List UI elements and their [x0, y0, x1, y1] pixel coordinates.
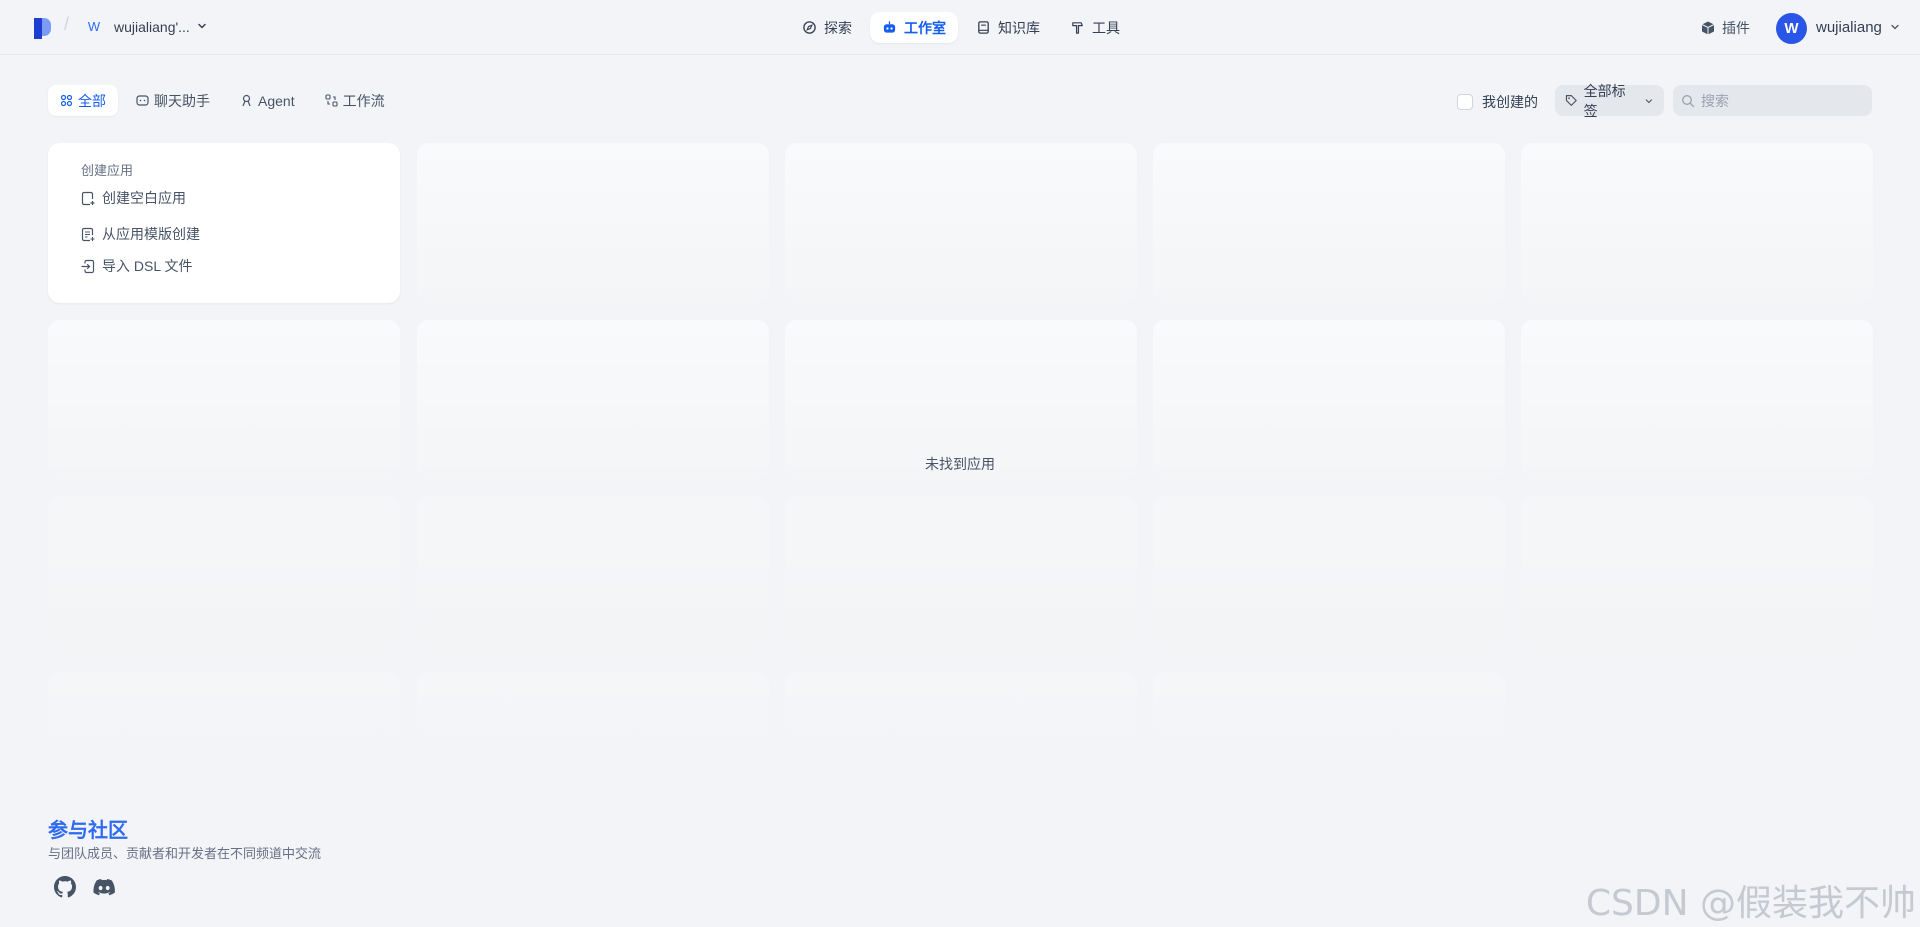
tab-workflow-label: 工作流 — [342, 92, 385, 109]
plugin-button[interactable]: 插件 — [1700, 18, 1750, 38]
main-nav: 探索 工作室 知识库 工具 — [790, 12, 1132, 43]
compass-icon — [803, 21, 816, 34]
placeholder-card — [1153, 496, 1505, 656]
tag-icon — [1565, 95, 1577, 106]
empty-state-text: 未找到应用 — [925, 456, 995, 472]
tab-agent-label: Agent — [258, 92, 295, 109]
search-box — [1673, 85, 1872, 116]
create-from-template-button[interactable]: 从应用模版创建 — [81, 223, 200, 245]
create-blank-app-button[interactable]: 创建空白应用 — [81, 187, 186, 209]
search-icon — [1682, 94, 1695, 107]
placeholder-card — [417, 143, 769, 303]
book-icon — [978, 21, 989, 34]
file-import-icon — [81, 259, 95, 273]
tab-all-label: 全部 — [78, 92, 106, 109]
placeholder-card — [48, 496, 400, 656]
chat-bubble-icon — [136, 95, 149, 106]
tag-filter-dropdown[interactable]: 全部标签 — [1555, 83, 1664, 119]
file-template-icon — [81, 227, 95, 241]
tab-workflow[interactable]: 工作流 — [313, 85, 397, 116]
discord-icon[interactable] — [93, 876, 115, 898]
workspace-avatar[interactable]: W — [84, 17, 104, 37]
hammer-icon — [1072, 22, 1083, 34]
robot-icon — [883, 21, 896, 33]
search-input[interactable] — [1701, 92, 1861, 109]
placeholder-card — [785, 143, 1137, 303]
github-icon[interactable] — [54, 876, 76, 898]
nav-studio-label: 工作室 — [904, 19, 946, 36]
create-app-title: 创建应用 — [81, 163, 134, 178]
plugin-label: 插件 — [1722, 20, 1750, 36]
dify-logo[interactable] — [34, 18, 51, 39]
tab-chatbot[interactable]: 聊天助手 — [124, 85, 222, 116]
tag-filter-label: 全部标签 — [1583, 82, 1626, 119]
file-plus-icon — [81, 191, 95, 205]
chevron-down-icon — [1645, 98, 1653, 103]
placeholder-card — [48, 672, 400, 767]
nav-knowledge-label: 知识库 — [998, 19, 1040, 36]
tab-all[interactable]: 全部 — [48, 85, 118, 116]
nav-tools[interactable]: 工具 — [1058, 12, 1132, 43]
top-header: / W wujialiang'... 探索 工作室 知识库 工具 插件 W wu… — [0, 0, 1920, 55]
community-description: 与团队成员、贡献者和开发者在不同频道中交流 — [48, 846, 322, 861]
create-from-template-label: 从应用模版创建 — [102, 226, 200, 242]
created-by-me-checkbox[interactable] — [1457, 94, 1473, 110]
created-by-me-label: 我创建的 — [1482, 94, 1538, 110]
workflow-icon — [325, 94, 338, 107]
nav-knowledge[interactable]: 知识库 — [964, 12, 1052, 43]
user-avatar[interactable]: W — [1776, 13, 1807, 44]
placeholder-card — [1521, 496, 1873, 656]
agent-icon — [242, 94, 251, 107]
import-dsl-label: 导入 DSL 文件 — [102, 258, 193, 274]
placeholder-card — [1153, 143, 1505, 303]
chevron-down-icon[interactable] — [196, 20, 208, 32]
breadcrumb-separator: / — [64, 14, 70, 34]
placeholder-card — [785, 672, 1137, 767]
grid-icon — [60, 94, 73, 107]
create-app-card: 创建应用 创建空白应用 从应用模版创建 导入 DSL 文件 — [48, 143, 400, 303]
create-blank-app-label: 创建空白应用 — [102, 190, 186, 206]
import-dsl-button[interactable]: 导入 DSL 文件 — [81, 255, 193, 277]
nav-tools-label: 工具 — [1092, 19, 1120, 36]
nav-explore-label: 探索 — [824, 19, 852, 36]
workspace-name[interactable]: wujialiang'... — [114, 19, 190, 35]
community-title: 参与社区 — [48, 820, 128, 842]
placeholder-card — [1153, 672, 1505, 767]
placeholder-card — [417, 672, 769, 767]
nav-studio[interactable]: 工作室 — [870, 12, 958, 43]
created-by-me-filter[interactable]: 我创建的 — [1457, 92, 1538, 112]
watermark: CSDN @假装我不帅 — [1585, 883, 1916, 924]
user-name[interactable]: wujialiang — [1816, 19, 1882, 36]
placeholder-card — [1521, 143, 1873, 303]
user-chevron-down-icon[interactable] — [1890, 22, 1900, 32]
placeholder-card — [417, 496, 769, 656]
app-type-tabs: 全部 聊天助手 Agent 工作流 — [48, 85, 397, 116]
nav-explore[interactable]: 探索 — [790, 12, 864, 43]
cube-icon — [1701, 21, 1715, 35]
tab-agent[interactable]: Agent — [228, 85, 307, 116]
placeholder-card — [785, 496, 1137, 656]
tab-chatbot-label: 聊天助手 — [154, 92, 210, 109]
